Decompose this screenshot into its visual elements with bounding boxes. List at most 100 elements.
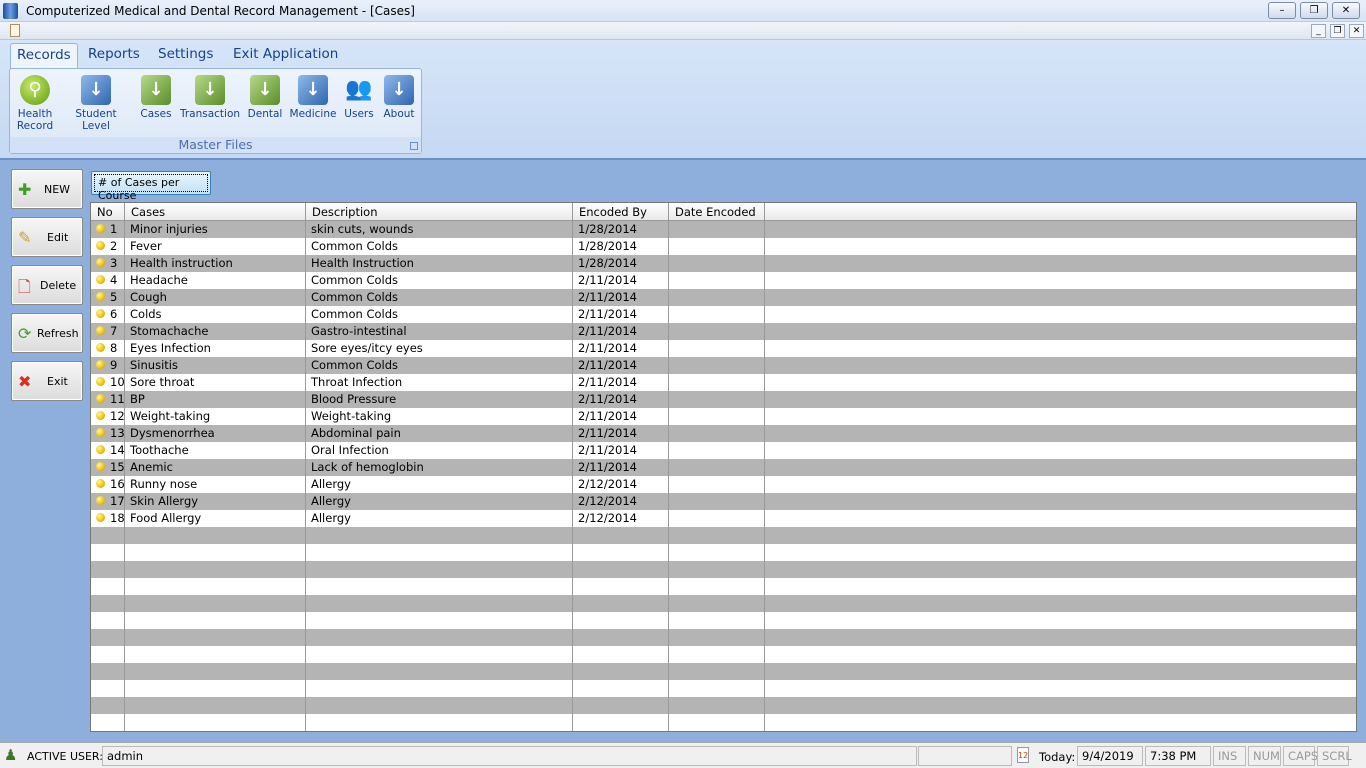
table-row[interactable]: 6 Colds Common Colds 2/11/2014 — [91, 306, 1356, 323]
table-row[interactable]: 14 Toothache Oral Infection 2/11/2014 — [91, 442, 1356, 459]
col-encoded-by-cell: 2/11/2014 — [573, 357, 669, 374]
student-level-button[interactable]: ↓ Student Level — [60, 75, 132, 132]
row-status-icon — [96, 445, 105, 454]
row-status-icon — [96, 428, 105, 437]
col-encoded-by-cell — [573, 595, 669, 612]
row-number: 12 — [110, 409, 125, 423]
plus-icon: ✚ — [18, 180, 32, 199]
tab-reports[interactable]: Reports — [82, 43, 146, 66]
col-no-cell: 14 — [91, 442, 125, 459]
document-icon — [10, 24, 20, 37]
users-button[interactable]: 👥 Users — [342, 75, 376, 120]
col-cases-cell: Anemic — [125, 459, 306, 476]
cases-per-course-button[interactable]: # of Cases per Course — [91, 171, 211, 202]
table-row[interactable]: 15 Anemic Lack of hemoglobin 2/11/2014 — [91, 459, 1356, 476]
table-row[interactable]: 1 Minor injuries skin cuts, wounds 1/28/201… — [91, 221, 1356, 238]
num-indicator: NUM — [1248, 746, 1281, 766]
table-row[interactable]: 12 Weight-taking Weight-taking 2/11/2014 — [91, 408, 1356, 425]
medicine-button[interactable]: ↓ Medicine — [288, 75, 338, 120]
table-row[interactable]: 8 Eyes Infection Sore eyes/itcy eyes 2/11/2… — [91, 340, 1356, 357]
new-button[interactable]: ✚ NEW — [11, 169, 83, 209]
table-row[interactable]: 18 Food Allergy Allergy 2/12/2014 — [91, 510, 1356, 527]
main-area: ✚ NEW ✎ Edit 🗋 Delete ⟳ Refresh ✖ Exit # of C… — [0, 158, 1366, 742]
header-col-no[interactable]: No — [91, 203, 125, 221]
col-cases-cell — [125, 612, 306, 629]
filler-cell — [765, 663, 1356, 680]
empty-row — [91, 544, 1356, 561]
child-restore-button[interactable]: ❐ — [1330, 24, 1345, 38]
col-encoded-by-cell — [573, 714, 669, 731]
col-date-encoded-cell — [669, 612, 765, 629]
edit-button[interactable]: ✎ Edit — [11, 217, 83, 257]
col-cases-cell — [125, 697, 306, 714]
row-number: 10 — [110, 375, 125, 389]
col-cases-cell — [125, 663, 306, 680]
col-no-cell — [91, 612, 125, 629]
col-date-encoded-cell — [669, 442, 765, 459]
about-button[interactable]: ↓ About — [380, 75, 418, 120]
table-row[interactable]: 5 Cough Common Colds 2/11/2014 — [91, 289, 1356, 306]
col-no-cell: 10 — [91, 374, 125, 391]
table-row[interactable]: 2 Fever Common Colds 1/28/2014 — [91, 238, 1356, 255]
tab-exit-application[interactable]: Exit Application — [227, 43, 344, 66]
filler-cell — [765, 544, 1356, 561]
caps-indicator: CAPS — [1283, 746, 1318, 766]
transaction-button[interactable]: ↓ Transaction — [178, 75, 242, 120]
col-description-cell: Common Colds — [306, 357, 573, 374]
table-row[interactable]: 11 BP Blood Pressure 2/11/2014 — [91, 391, 1356, 408]
green-cube-icon: ↓ — [195, 75, 225, 105]
cases-grid[interactable]: No Cases Description Encoded By Date Encoded… — [90, 202, 1357, 732]
table-row[interactable]: 10 Sore throat Throat Infection 2/11/2014 — [91, 374, 1356, 391]
filler-cell — [765, 408, 1356, 425]
row-status-icon — [96, 275, 105, 284]
exit-button[interactable]: ✖ Exit — [11, 361, 83, 401]
table-row[interactable]: 4 Headache Common Colds 2/11/2014 — [91, 272, 1356, 289]
header-col-cases[interactable]: Cases — [125, 203, 306, 221]
restore-button[interactable]: ❐ — [1300, 2, 1328, 19]
table-row[interactable]: 13 Dysmenorrhea Abdominal pain 2/11/2014 — [91, 425, 1356, 442]
child-minimize-button[interactable]: _ — [1311, 24, 1326, 38]
col-no-cell: 13 — [91, 425, 125, 442]
row-number: 1 — [110, 222, 118, 236]
child-close-button[interactable]: ✕ — [1349, 24, 1364, 38]
cases-button[interactable]: ↓ Cases — [138, 75, 174, 120]
col-no-cell — [91, 578, 125, 595]
close-button[interactable]: ✕ — [1332, 2, 1360, 19]
row-number: 9 — [110, 358, 118, 372]
health-record-button[interactable]: ⚲ Health Record — [14, 75, 56, 132]
col-date-encoded-cell — [669, 221, 765, 238]
table-row[interactable]: 9 Sinusitis Common Colds 2/11/2014 — [91, 357, 1356, 374]
tab-records[interactable]: Records — [10, 43, 78, 69]
col-no-cell: 18 — [91, 510, 125, 527]
delete-button[interactable]: 🗋 Delete — [11, 265, 83, 305]
col-description-cell: Allergy — [306, 493, 573, 510]
col-cases-cell: Sore throat — [125, 374, 306, 391]
x-icon: ✖ — [18, 372, 32, 391]
tab-settings[interactable]: Settings — [152, 43, 219, 66]
table-row[interactable]: 7 Stomachache Gastro-intestinal 2/11/2014 — [91, 323, 1356, 340]
col-encoded-by-cell: 2/11/2014 — [573, 459, 669, 476]
col-encoded-by-cell — [573, 629, 669, 646]
minimize-button[interactable]: – — [1268, 2, 1296, 19]
ribbon-bar: Records Reports Settings Exit Applicatio… — [0, 40, 1366, 158]
filler-cell — [765, 306, 1356, 323]
col-cases-cell — [125, 629, 306, 646]
col-no-cell: 8 — [91, 340, 125, 357]
header-col-description[interactable]: Description — [306, 203, 573, 221]
header-col-date-encoded[interactable]: Date Encoded — [669, 203, 765, 221]
filler-cell — [765, 595, 1356, 612]
status-bar: ♟ ACTIVE USER: admin 12 Today: 9/4/2019 … — [0, 742, 1366, 768]
label: Medicine — [289, 108, 337, 120]
col-description-cell — [306, 527, 573, 544]
refresh-button[interactable]: ⟳ Refresh — [11, 313, 83, 353]
dental-button[interactable]: ↓ Dental — [246, 75, 284, 120]
table-row[interactable]: 17 Skin Allergy Allergy 2/12/2014 — [91, 493, 1356, 510]
refresh-icon: ⟳ — [18, 324, 32, 343]
header-col-encoded-by[interactable]: Encoded By — [573, 203, 669, 221]
table-row[interactable]: 16 Runny nose Allergy 2/12/2014 — [91, 476, 1356, 493]
green-cube-icon: ↓ — [141, 75, 171, 105]
empty-row — [91, 595, 1356, 612]
dialog-launcher-icon[interactable] — [410, 142, 418, 150]
empty-row — [91, 680, 1356, 697]
table-row[interactable]: 3 Health instruction Health Instruction 1/2… — [91, 255, 1356, 272]
